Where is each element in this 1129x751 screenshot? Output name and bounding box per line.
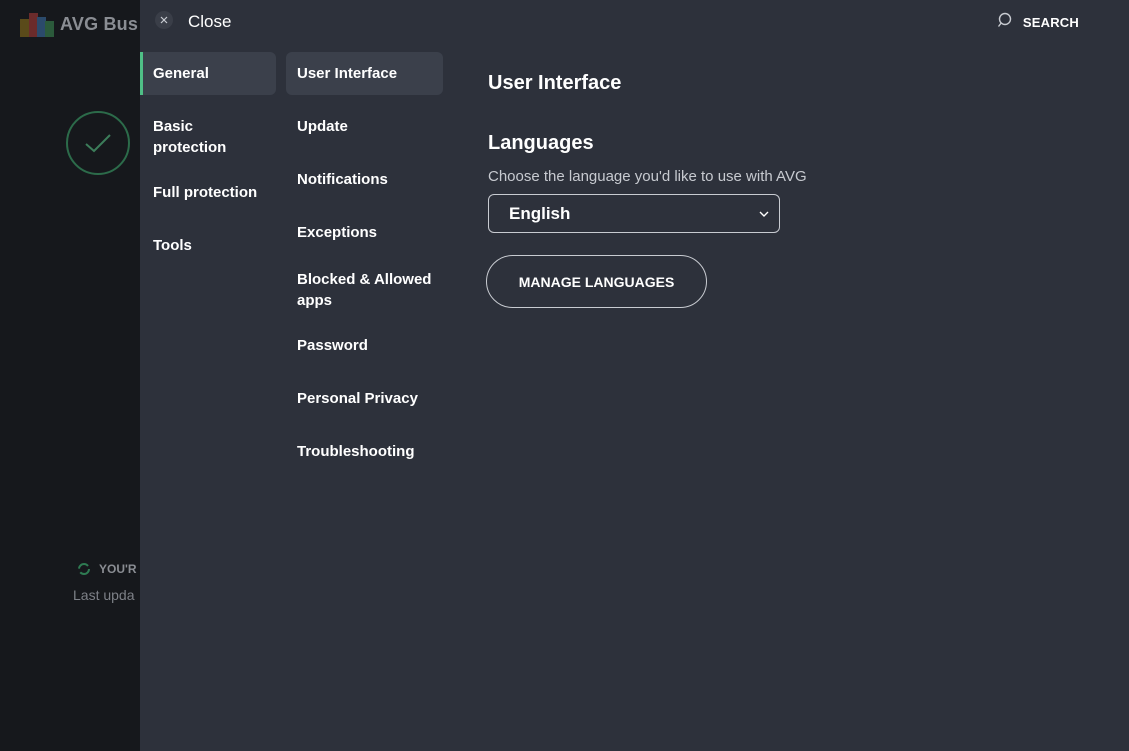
chevron-down-icon	[759, 205, 769, 223]
subcategory-label: Troubleshooting	[297, 443, 415, 460]
subcategory-label: Personal Privacy	[297, 390, 418, 407]
settings-content: User Interface Languages Choose the lang…	[486, 72, 1088, 308]
checkmark-icon	[85, 134, 111, 153]
subcategory-update[interactable]: Update	[286, 105, 443, 148]
protected-status-circle	[66, 111, 130, 175]
category-basic-protection[interactable]: Basic protection	[140, 105, 276, 167]
category-tools[interactable]: Tools	[140, 224, 276, 267]
category-label: Tools	[153, 237, 192, 254]
subcategory-label: Blocked & Allowed apps	[297, 271, 432, 309]
subcategory-troubleshooting[interactable]: Troubleshooting	[286, 430, 443, 473]
subcategory-label: Exceptions	[297, 224, 378, 241]
subcategory-user-interface[interactable]: User Interface	[286, 52, 443, 95]
category-full-protection[interactable]: Full protection	[140, 171, 276, 214]
settings-topbar: Close SEARCH	[140, 0, 1129, 44]
close-label: Close	[188, 12, 232, 31]
category-label: Basic protection	[153, 118, 227, 156]
search-button[interactable]: SEARCH	[997, 12, 1079, 32]
avg-logo-icon	[20, 11, 56, 37]
app-logo-text: AVG Bus	[60, 13, 139, 34]
background-status: YOU'R	[77, 562, 137, 576]
category-label: General	[153, 65, 209, 82]
category-label: Full protection	[153, 184, 258, 201]
search-label: SEARCH	[1022, 14, 1079, 30]
subcategory-password[interactable]: Password	[286, 324, 443, 367]
category-general[interactable]: General	[140, 52, 276, 95]
app-logo: AVG Bus	[20, 10, 138, 38]
refresh-icon	[78, 563, 90, 575]
subcategory-nav: User Interface Update Notifications Exce…	[286, 52, 443, 473]
subcategory-personal-privacy[interactable]: Personal Privacy	[286, 377, 443, 420]
language-description: Choose the language you'd like to use wi…	[488, 168, 807, 185]
close-icon	[154, 10, 174, 35]
language-value: English	[509, 203, 571, 223]
search-icon	[997, 11, 1015, 34]
section-title: Languages	[488, 132, 594, 154]
subcategory-label: User Interface	[297, 65, 398, 82]
language-select[interactable]: English	[488, 194, 780, 233]
close-button[interactable]: Close	[154, 10, 231, 34]
settings-panel: Close SEARCH General Basic protection Fu…	[140, 0, 1129, 751]
subcategory-blocked-allowed-apps[interactable]: Blocked & Allowed apps	[286, 258, 443, 322]
background-last-update: Last upda	[73, 587, 135, 603]
page-title: User Interface	[488, 72, 622, 94]
subcategory-notifications[interactable]: Notifications	[286, 158, 443, 201]
background-status-text: YOU'R	[99, 562, 137, 576]
subcategory-label: Update	[297, 118, 348, 135]
subcategory-exceptions[interactable]: Exceptions	[286, 211, 443, 254]
category-nav: General Basic protection Full protection…	[140, 52, 277, 267]
subcategory-label: Password	[297, 337, 368, 354]
subcategory-label: Notifications	[297, 171, 388, 188]
manage-languages-button[interactable]: MANAGE LANGUAGES	[486, 255, 707, 308]
